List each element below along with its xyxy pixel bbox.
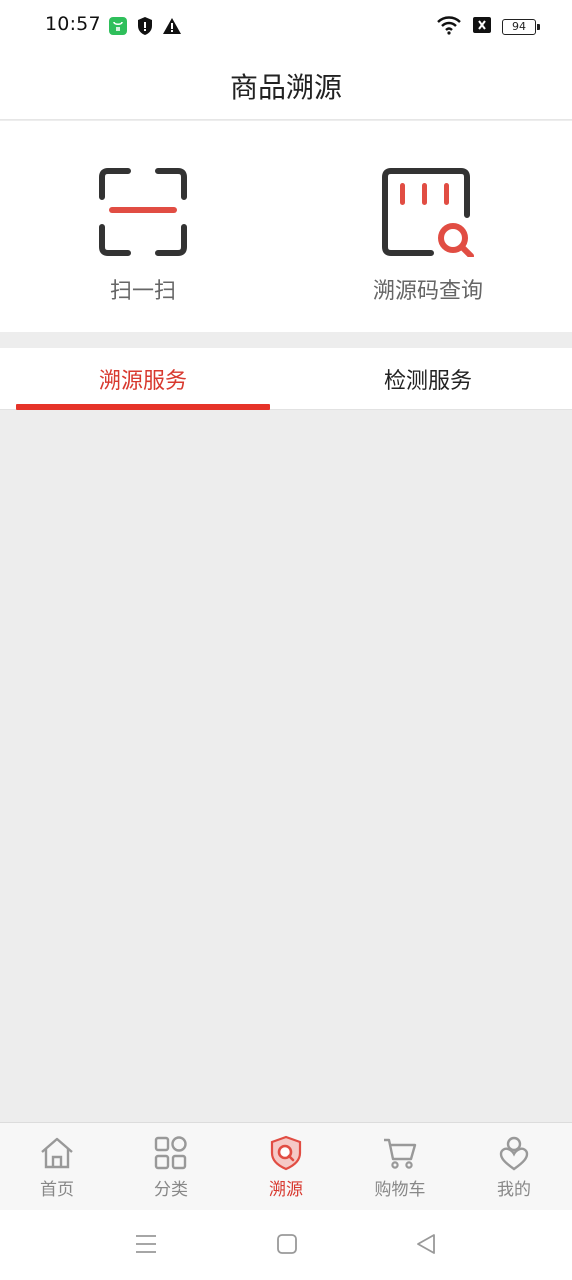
active-tab-indicator [16,404,270,410]
scan-icon [43,167,243,257]
nav-item-profile[interactable]: 我的 [457,1123,571,1211]
actions-panel: 扫一扫 溯源码查询 [0,121,572,332]
bottom-nav: 首页 分类 溯源 购物车 我的 [0,1122,572,1210]
profile-icon [457,1135,571,1171]
nav-label-profile: 我的 [497,1180,531,1200]
nav-label-cart: 购物车 [374,1180,426,1200]
title-bar: 商品溯源 [0,52,572,120]
trace-code-query-button[interactable]: 溯源码查询 [328,167,528,305]
tab-inspection-service[interactable]: 检测服务 [301,348,555,410]
nav-item-home[interactable]: 首页 [0,1123,114,1211]
nav-label-trace: 溯源 [269,1180,303,1200]
app-notification-icon [108,16,128,40]
tab-trace-service[interactable]: 溯源服务 [16,348,270,410]
menu-icon[interactable] [134,1232,158,1260]
scan-button[interactable]: 扫一扫 [43,167,243,305]
service-tabs: 溯源服务 检测服务 [0,348,572,410]
trace-code-search-icon [328,167,528,257]
sim-x-icon [472,16,492,38]
nav-item-cart[interactable]: 购物车 [343,1123,457,1211]
scan-label: 扫一扫 [109,279,176,304]
status-right-icons: 94 [436,15,540,39]
trace-shield-icon [229,1135,343,1171]
nav-item-trace[interactable]: 溯源 [229,1123,343,1211]
trace-code-query-label: 溯源码查询 [372,279,483,304]
status-bar: 10:57 94 [0,0,572,52]
nav-label-home: 首页 [40,1180,74,1200]
status-time: 10:57 [45,13,101,35]
back-triangle-icon[interactable] [414,1232,438,1260]
warning-icon [162,17,182,39]
status-left-icons [108,16,182,40]
nav-label-category: 分类 [154,1180,188,1200]
home-icon [0,1135,114,1171]
page-title: 商品溯源 [229,70,342,104]
battery-icon: 94 [502,19,540,35]
category-grid-icon [114,1135,228,1171]
tab-content-area [0,411,572,1122]
nav-item-category[interactable]: 分类 [114,1123,228,1211]
shield-icon [136,16,154,40]
wifi-icon [436,15,462,39]
home-square-icon[interactable] [275,1232,299,1260]
cart-icon [343,1135,457,1171]
system-nav-bar [0,1210,572,1280]
